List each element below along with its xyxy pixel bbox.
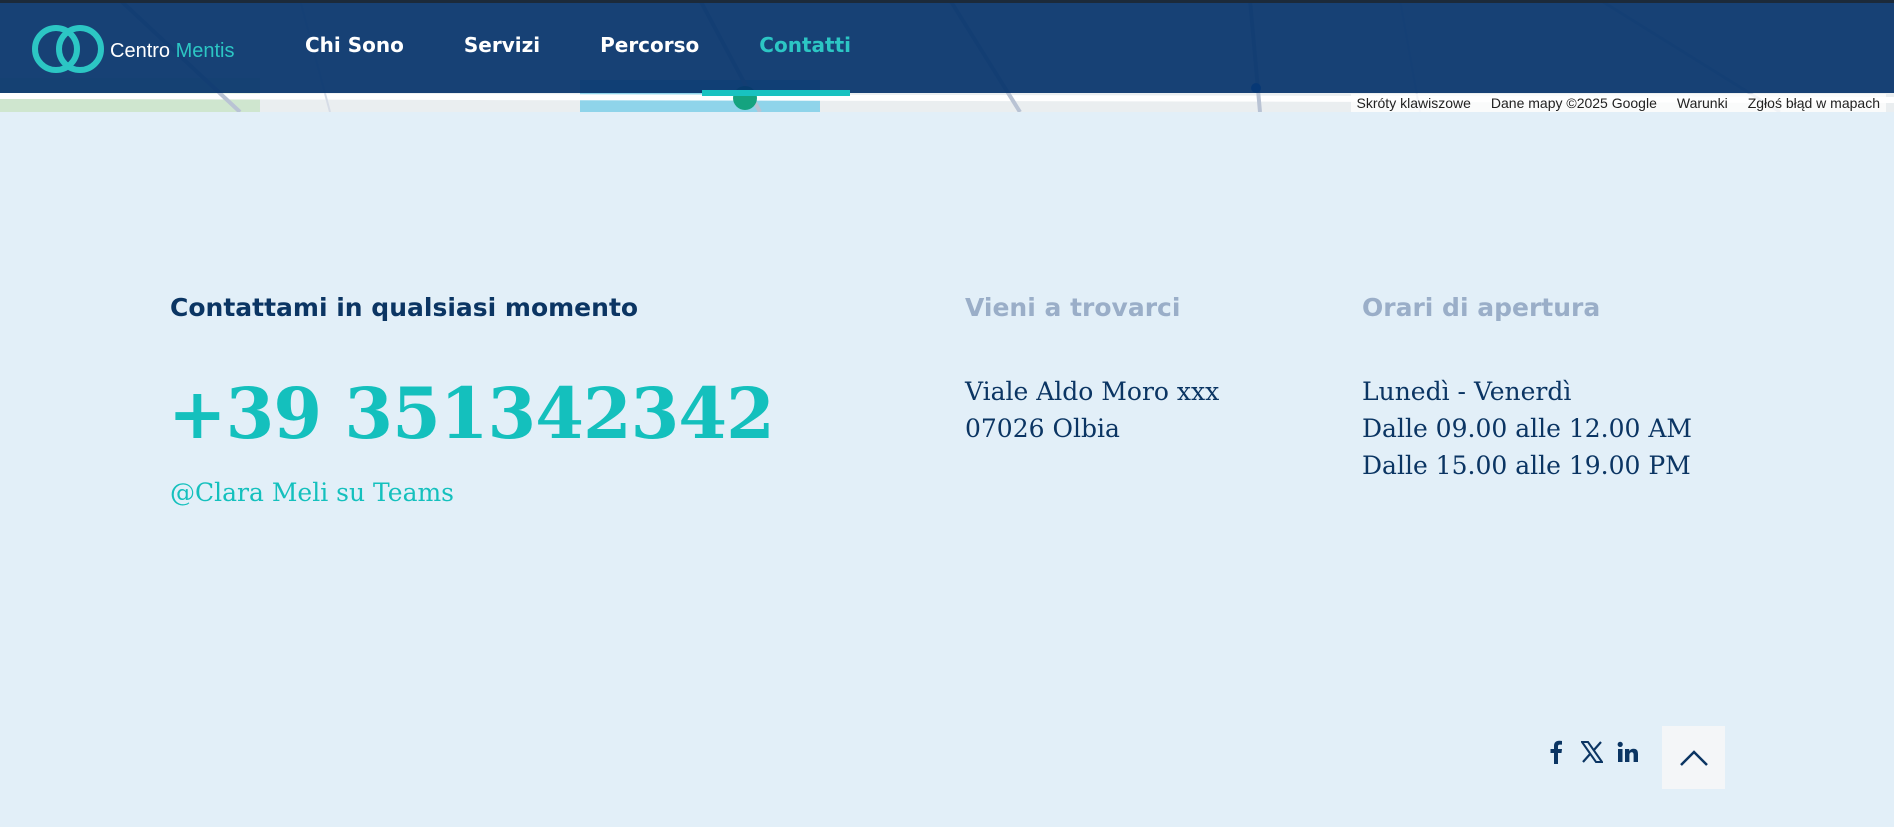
logo-word-centro: Centro	[110, 39, 171, 62]
x-icon[interactable]	[1581, 740, 1603, 764]
map-data-credit: Dane mapy ©2025 Google	[1490, 95, 1657, 111]
address-city: 07026 Olbia	[965, 414, 1120, 443]
contact-heading: Contattami in qualsiasi momento	[170, 293, 639, 322]
visit-heading: Vieni a trovarci	[965, 293, 1181, 322]
phone-number[interactable]: +39 351342342	[168, 372, 775, 455]
hours-block: Lunedì - Venerdì Dalle 09.00 alle 12.00 …	[1362, 373, 1692, 484]
map-report-error-link[interactable]: Zgłoś błąd w mapach	[1748, 95, 1880, 111]
nav-active-indicator	[702, 90, 850, 96]
main-nav: Chi Sono Servizi Percorso Contatti	[305, 33, 851, 57]
site-header: Centro Mentis Chi Sono Servizi Percorso …	[0, 0, 1894, 93]
nav-item-chi-sono[interactable]: Chi Sono	[305, 33, 404, 57]
teams-link[interactable]: @Clara Meli su Teams	[170, 478, 454, 507]
address-block: Viale Aldo Moro xxx 07026 Olbia	[965, 373, 1219, 447]
hours-morning: Dalle 09.00 alle 12.00 AM	[1362, 414, 1693, 443]
map-terms-link[interactable]: Warunki	[1677, 95, 1728, 111]
logo-text: Centro Mentis	[110, 40, 235, 63]
logo-rings-icon	[30, 23, 108, 75]
social-links	[1545, 740, 1639, 764]
nav-item-percorso[interactable]: Percorso	[600, 33, 699, 57]
linkedin-icon[interactable]	[1617, 740, 1639, 764]
hours-days: Lunedì - Venerdì	[1362, 377, 1572, 406]
hours-afternoon: Dalle 15.00 alle 19.00 PM	[1362, 451, 1691, 480]
back-to-top-button[interactable]	[1662, 726, 1725, 789]
logo[interactable]: Centro Mentis	[30, 23, 235, 75]
nav-item-servizi[interactable]: Servizi	[464, 33, 540, 57]
chevron-up-icon	[1679, 749, 1708, 766]
hours-heading: Orari di apertura	[1362, 293, 1601, 322]
address-street: Viale Aldo Moro xxx	[965, 377, 1220, 406]
map-shortcuts-link[interactable]: Skróty klawiszowe	[1357, 95, 1471, 111]
logo-word-mentis: Mentis	[175, 39, 235, 62]
facebook-icon[interactable]	[1545, 740, 1567, 764]
nav-item-contatti[interactable]: Contatti	[759, 33, 851, 57]
map-attribution: Skróty klawiszowe Dane mapy ©2025 Google…	[1350, 94, 1886, 112]
